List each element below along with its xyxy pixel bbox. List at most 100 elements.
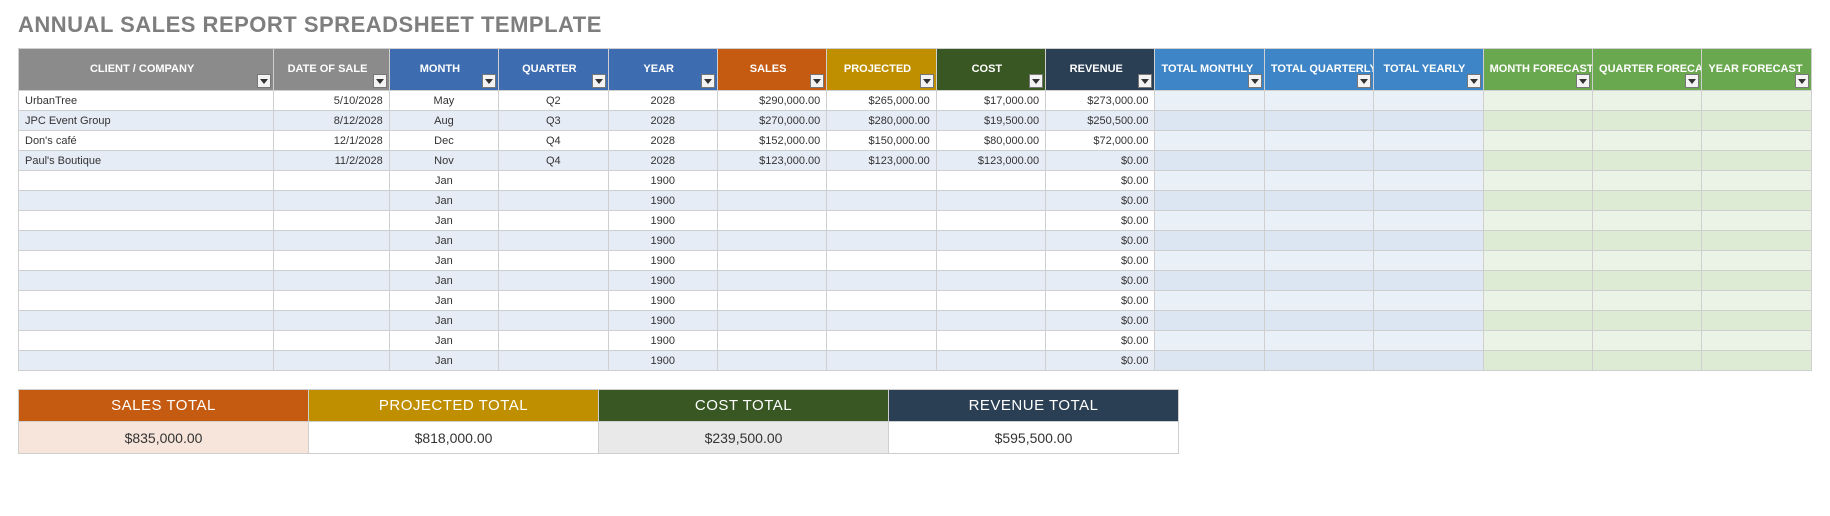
cell-sales[interactable] xyxy=(717,231,826,251)
cell-month[interactable]: Jan xyxy=(389,331,498,351)
cell-revenue[interactable]: $273,000.00 xyxy=(1046,91,1155,111)
cell-quarter[interactable] xyxy=(499,171,608,191)
cell-projected[interactable]: $150,000.00 xyxy=(827,131,936,151)
cell-year[interactable]: 1900 xyxy=(608,291,717,311)
cell-quarter-forecast[interactable] xyxy=(1593,91,1702,111)
cell-quarter-forecast[interactable] xyxy=(1593,151,1702,171)
cell-revenue[interactable]: $0.00 xyxy=(1046,351,1155,371)
table-row[interactable]: Jan1900$0.00 xyxy=(19,231,1812,251)
cell-client[interactable] xyxy=(19,211,274,231)
cell-total-quarterly[interactable] xyxy=(1264,271,1373,291)
cell-month[interactable]: Jan xyxy=(389,271,498,291)
cell-client[interactable]: UrbanTree xyxy=(19,91,274,111)
cell-cost[interactable] xyxy=(936,351,1045,371)
cell-revenue[interactable]: $0.00 xyxy=(1046,211,1155,231)
cell-month[interactable]: Aug xyxy=(389,111,498,131)
table-row[interactable]: Jan1900$0.00 xyxy=(19,191,1812,211)
cell-revenue[interactable]: $0.00 xyxy=(1046,311,1155,331)
filter-icon[interactable] xyxy=(1467,74,1481,88)
cell-projected[interactable]: $265,000.00 xyxy=(827,91,936,111)
cell-quarter[interactable]: Q2 xyxy=(499,91,608,111)
cell-sales[interactable] xyxy=(717,271,826,291)
cell-cost[interactable]: $123,000.00 xyxy=(936,151,1045,171)
table-row[interactable]: Paul's Boutique11/2/2028NovQ42028$123,00… xyxy=(19,151,1812,171)
table-row[interactable]: Jan1900$0.00 xyxy=(19,171,1812,191)
cell-total-yearly[interactable] xyxy=(1374,271,1483,291)
cell-year[interactable]: 1900 xyxy=(608,351,717,371)
cell-year-forecast[interactable] xyxy=(1702,351,1812,371)
cell-total-monthly[interactable] xyxy=(1155,171,1264,191)
cell-total-yearly[interactable] xyxy=(1374,131,1483,151)
cell-quarter[interactable]: Q3 xyxy=(499,111,608,131)
cell-total-quarterly[interactable] xyxy=(1264,171,1373,191)
cell-month[interactable]: Jan xyxy=(389,211,498,231)
cell-date[interactable] xyxy=(274,311,389,331)
cell-cost[interactable] xyxy=(936,171,1045,191)
table-row[interactable]: UrbanTree5/10/2028MayQ22028$290,000.00$2… xyxy=(19,91,1812,111)
cell-quarter-forecast[interactable] xyxy=(1593,211,1702,231)
cell-year[interactable]: 1900 xyxy=(608,311,717,331)
cell-projected[interactable]: $280,000.00 xyxy=(827,111,936,131)
cell-total-yearly[interactable] xyxy=(1374,171,1483,191)
cell-revenue[interactable]: $0.00 xyxy=(1046,231,1155,251)
cell-total-yearly[interactable] xyxy=(1374,351,1483,371)
cell-revenue[interactable]: $0.00 xyxy=(1046,291,1155,311)
cell-year-forecast[interactable] xyxy=(1702,271,1812,291)
cell-date[interactable] xyxy=(274,211,389,231)
table-row[interactable]: Jan 1900 $0.00 xyxy=(19,351,1812,371)
cell-date[interactable] xyxy=(274,191,389,211)
cell-projected[interactable] xyxy=(827,191,936,211)
cell-month[interactable]: Jan xyxy=(389,291,498,311)
cell-month[interactable]: Jan xyxy=(389,351,498,371)
cell-revenue[interactable]: $0.00 xyxy=(1046,191,1155,211)
cell-year-forecast[interactable] xyxy=(1702,171,1812,191)
cell-projected[interactable] xyxy=(827,171,936,191)
cell-sales[interactable]: $270,000.00 xyxy=(717,111,826,131)
cell-quarter-forecast[interactable] xyxy=(1593,271,1702,291)
cell-total-quarterly[interactable] xyxy=(1264,211,1373,231)
cell-cost[interactable] xyxy=(936,231,1045,251)
cell-total-yearly[interactable] xyxy=(1374,251,1483,271)
filter-icon[interactable] xyxy=(1248,74,1262,88)
cell-revenue[interactable]: $0.00 xyxy=(1046,271,1155,291)
cell-month-forecast[interactable] xyxy=(1483,311,1592,331)
cell-month[interactable]: Jan xyxy=(389,231,498,251)
cell-month-forecast[interactable] xyxy=(1483,131,1592,151)
cell-quarter-forecast[interactable] xyxy=(1593,311,1702,331)
cell-sales[interactable] xyxy=(717,171,826,191)
cell-year-forecast[interactable] xyxy=(1702,231,1812,251)
cell-month-forecast[interactable] xyxy=(1483,91,1592,111)
cell-date[interactable] xyxy=(274,251,389,271)
cell-sales[interactable]: $290,000.00 xyxy=(717,91,826,111)
cell-total-yearly[interactable] xyxy=(1374,331,1483,351)
cell-year[interactable]: 2028 xyxy=(608,111,717,131)
cell-total-monthly[interactable] xyxy=(1155,271,1264,291)
cell-quarter-forecast[interactable] xyxy=(1593,351,1702,371)
cell-quarter[interactable] xyxy=(499,311,608,331)
cell-client[interactable] xyxy=(19,271,274,291)
cell-total-monthly[interactable] xyxy=(1155,211,1264,231)
cell-total-quarterly[interactable] xyxy=(1264,191,1373,211)
table-row[interactable]: Don's café12/1/2028DecQ42028$152,000.00$… xyxy=(19,131,1812,151)
cell-quarter[interactable]: Q4 xyxy=(499,151,608,171)
cell-year[interactable]: 1900 xyxy=(608,171,717,191)
cell-year-forecast[interactable] xyxy=(1702,151,1812,171)
cell-date[interactable]: 12/1/2028 xyxy=(274,131,389,151)
cell-month-forecast[interactable] xyxy=(1483,251,1592,271)
cell-cost[interactable] xyxy=(936,271,1045,291)
filter-icon[interactable] xyxy=(257,74,271,88)
cell-month-forecast[interactable] xyxy=(1483,171,1592,191)
cell-client[interactable]: Paul's Boutique xyxy=(19,151,274,171)
table-row[interactable]: Jan 1900 $0.00 xyxy=(19,271,1812,291)
cell-cost[interactable]: $80,000.00 xyxy=(936,131,1045,151)
cell-quarter-forecast[interactable] xyxy=(1593,231,1702,251)
cell-projected[interactable] xyxy=(827,311,936,331)
cell-total-quarterly[interactable] xyxy=(1264,291,1373,311)
cell-cost[interactable] xyxy=(936,291,1045,311)
cell-month-forecast[interactable] xyxy=(1483,331,1592,351)
cell-projected[interactable] xyxy=(827,271,936,291)
cell-quarter-forecast[interactable] xyxy=(1593,291,1702,311)
cell-year[interactable]: 1900 xyxy=(608,191,717,211)
cell-sales[interactable] xyxy=(717,211,826,231)
cell-year[interactable]: 1900 xyxy=(608,271,717,291)
